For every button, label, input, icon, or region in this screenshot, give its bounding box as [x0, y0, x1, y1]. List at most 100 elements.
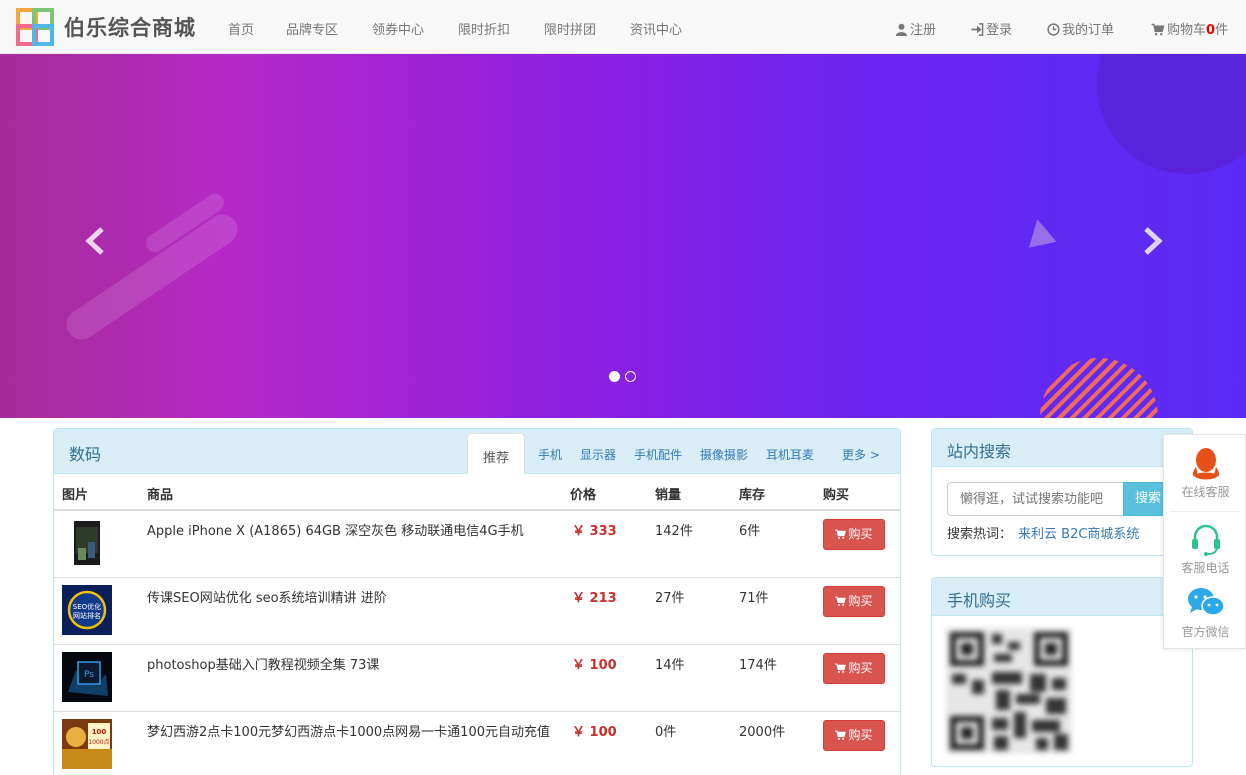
nav-my-orders[interactable]: 我的订单: [1047, 19, 1114, 38]
col-header-image: 图片: [62, 488, 89, 503]
nav-my-orders-label: 我的订单: [1062, 23, 1115, 38]
nav-cart-suffix: 件: [1215, 23, 1229, 38]
product-stock: 6件: [739, 524, 761, 539]
buy-button[interactable]: 购买: [823, 586, 885, 617]
top-navbar: 伯乐综合商城 首页 品牌专区 领券中心 限时折扣 限时拼团 资讯中心 注册 登录…: [0, 0, 1246, 54]
headset-icon: [1191, 524, 1220, 556]
digital-panel-header: 数码 推荐 手机 显示器 手机配件 摄像摄影 耳机耳麦 更多 >: [54, 429, 900, 475]
nav-brand-zone[interactable]: 品牌专区: [286, 19, 338, 38]
service-phone-button[interactable]: 客服电话: [1164, 521, 1246, 576]
col-header-product: 商品: [147, 488, 174, 503]
search-panel-header: 站内搜索: [932, 429, 1192, 467]
brand-name[interactable]: 伯乐综合商城: [64, 12, 196, 42]
buy-button[interactable]: 购买: [823, 653, 885, 684]
search-panel-title: 站内搜索: [947, 442, 1012, 461]
tab-headphones[interactable]: 耳机耳麦: [766, 446, 814, 463]
buy-button[interactable]: 购买: [823, 519, 885, 550]
product-name[interactable]: photoshop基础入门教程视频全集 73课: [147, 654, 379, 673]
nav-group-buy[interactable]: 限时拼团: [544, 19, 596, 38]
nav-login-label: 登录: [986, 23, 1013, 38]
game-thumb-text-2: 1000点: [88, 738, 109, 746]
product-sales: 142件: [655, 524, 693, 539]
table-row: Ps photoshop基础入门教程视频全集 73课 ￥ 100 14件 174…: [54, 644, 900, 711]
product-sales: 0件: [655, 725, 677, 740]
banner-carousel[interactable]: [0, 54, 1246, 418]
official-wechat-label: 官方微信: [1181, 625, 1230, 639]
wechat-icon: [1187, 588, 1225, 616]
floating-service-bar: 在线客服 客服电话 官方微信: [1163, 434, 1246, 649]
online-service-button[interactable]: 在线客服: [1164, 445, 1246, 500]
hot-search-words: 搜索热词： 来利云 B2C商城系统: [947, 523, 1139, 542]
product-stock: 2000件: [739, 725, 786, 740]
mobile-panel-title: 手机购买: [947, 591, 1012, 610]
product-stock: 71件: [739, 591, 769, 606]
tab-phones[interactable]: 手机: [538, 446, 562, 463]
product-thumbnail-photoshop[interactable]: Ps: [62, 652, 112, 702]
nav-coupon-center[interactable]: 领券中心: [372, 19, 424, 38]
seo-thumb-text-1: SEO优化: [73, 602, 101, 611]
carousel-prev-icon[interactable]: [82, 226, 110, 256]
col-header-sales: 销量: [655, 488, 682, 503]
hot-search-label: 搜索热词：: [947, 527, 1013, 542]
cart-icon: [835, 663, 847, 673]
game-thumb-text-1: 100: [92, 728, 107, 736]
product-thumbnail-iphone[interactable]: [62, 518, 112, 568]
cart-count: 0: [1206, 23, 1216, 38]
table-row: Apple iPhone X (A1865) 64GB 深空灰色 移动联通电信4…: [54, 510, 900, 577]
nav-news-center[interactable]: 资讯中心: [630, 19, 682, 38]
cart-icon: [1151, 23, 1165, 36]
buy-button[interactable]: 购买: [823, 720, 885, 751]
nav-flash-discount[interactable]: 限时折扣: [458, 19, 510, 38]
ps-thumb-text: Ps: [84, 670, 94, 680]
carousel-dot-2[interactable]: [625, 371, 636, 382]
hot-search-link[interactable]: 来利云 B2C商城系统: [1018, 527, 1139, 542]
product-price: ￥ 333: [572, 524, 617, 539]
banner-decor-triangle: [1023, 216, 1057, 248]
product-sales: 14件: [655, 658, 685, 673]
nav-home[interactable]: 首页: [228, 19, 254, 38]
banner-decor-stripes: [1040, 358, 1158, 418]
product-price: ￥ 100: [572, 725, 617, 740]
product-name[interactable]: 梦幻西游2点卡100元梦幻西游点卡1000点网易一卡通100元自动充值: [147, 721, 550, 740]
login-icon: [971, 23, 984, 36]
user-icon: [895, 23, 908, 36]
nav-login[interactable]: 登录: [970, 19, 1012, 38]
tab-recommended[interactable]: 推荐: [467, 433, 526, 475]
product-price: ￥ 100: [572, 658, 617, 673]
seo-thumb-text-2: 网站排名: [73, 611, 101, 620]
product-thumbnail-game-card[interactable]: 100 1000点: [62, 719, 112, 769]
tab-monitors[interactable]: 显示器: [580, 446, 616, 463]
service-divider: [1170, 511, 1239, 512]
nav-register-label: 注册: [910, 23, 937, 38]
product-price: ￥ 213: [572, 591, 617, 606]
mobile-purchase-panel: 手机购买: [931, 577, 1193, 767]
nav-cart[interactable]: 购物车0件: [1151, 19, 1228, 38]
nav-register[interactable]: 注册: [895, 19, 936, 38]
search-input[interactable]: [947, 482, 1124, 516]
qq-penguin-icon: [1192, 448, 1219, 480]
mobile-panel-header: 手机购买: [932, 578, 1192, 616]
nav-cart-label: 购物车: [1167, 23, 1207, 38]
buy-button-label: 购买: [848, 661, 873, 675]
service-phone-label: 客服电话: [1181, 561, 1230, 575]
table-row: 100 1000点 梦幻西游2点卡100元梦幻西游点卡1000点网易一卡通100…: [54, 711, 900, 775]
banner-decor-circle: [1097, 54, 1246, 174]
carousel-dot-1[interactable]: [609, 371, 620, 382]
tab-more[interactable]: 更多 >: [842, 446, 880, 463]
cart-icon: [835, 730, 847, 740]
product-sales: 27件: [655, 591, 685, 606]
product-thumbnail-seo[interactable]: SEO优化 网站排名: [62, 585, 112, 635]
brand-logo-icon[interactable]: [16, 8, 54, 46]
product-name[interactable]: Apple iPhone X (A1865) 64GB 深空灰色 移动联通电信4…: [147, 520, 524, 539]
product-name[interactable]: 传课SEO网站优化 seo系统培训精讲 进阶: [147, 587, 387, 606]
buy-button-label: 购买: [848, 728, 873, 742]
cart-icon: [835, 529, 847, 539]
carousel-next-icon[interactable]: [1138, 226, 1166, 256]
col-header-buy: 购买: [823, 488, 850, 503]
buy-button-label: 购买: [848, 527, 873, 541]
official-wechat-button[interactable]: 官方微信: [1164, 585, 1246, 640]
tab-camera[interactable]: 摄像摄影: [700, 446, 748, 463]
online-service-label: 在线客服: [1181, 485, 1230, 499]
qr-code-image: [946, 628, 1072, 754]
tab-phone-accessories[interactable]: 手机配件: [634, 446, 682, 463]
